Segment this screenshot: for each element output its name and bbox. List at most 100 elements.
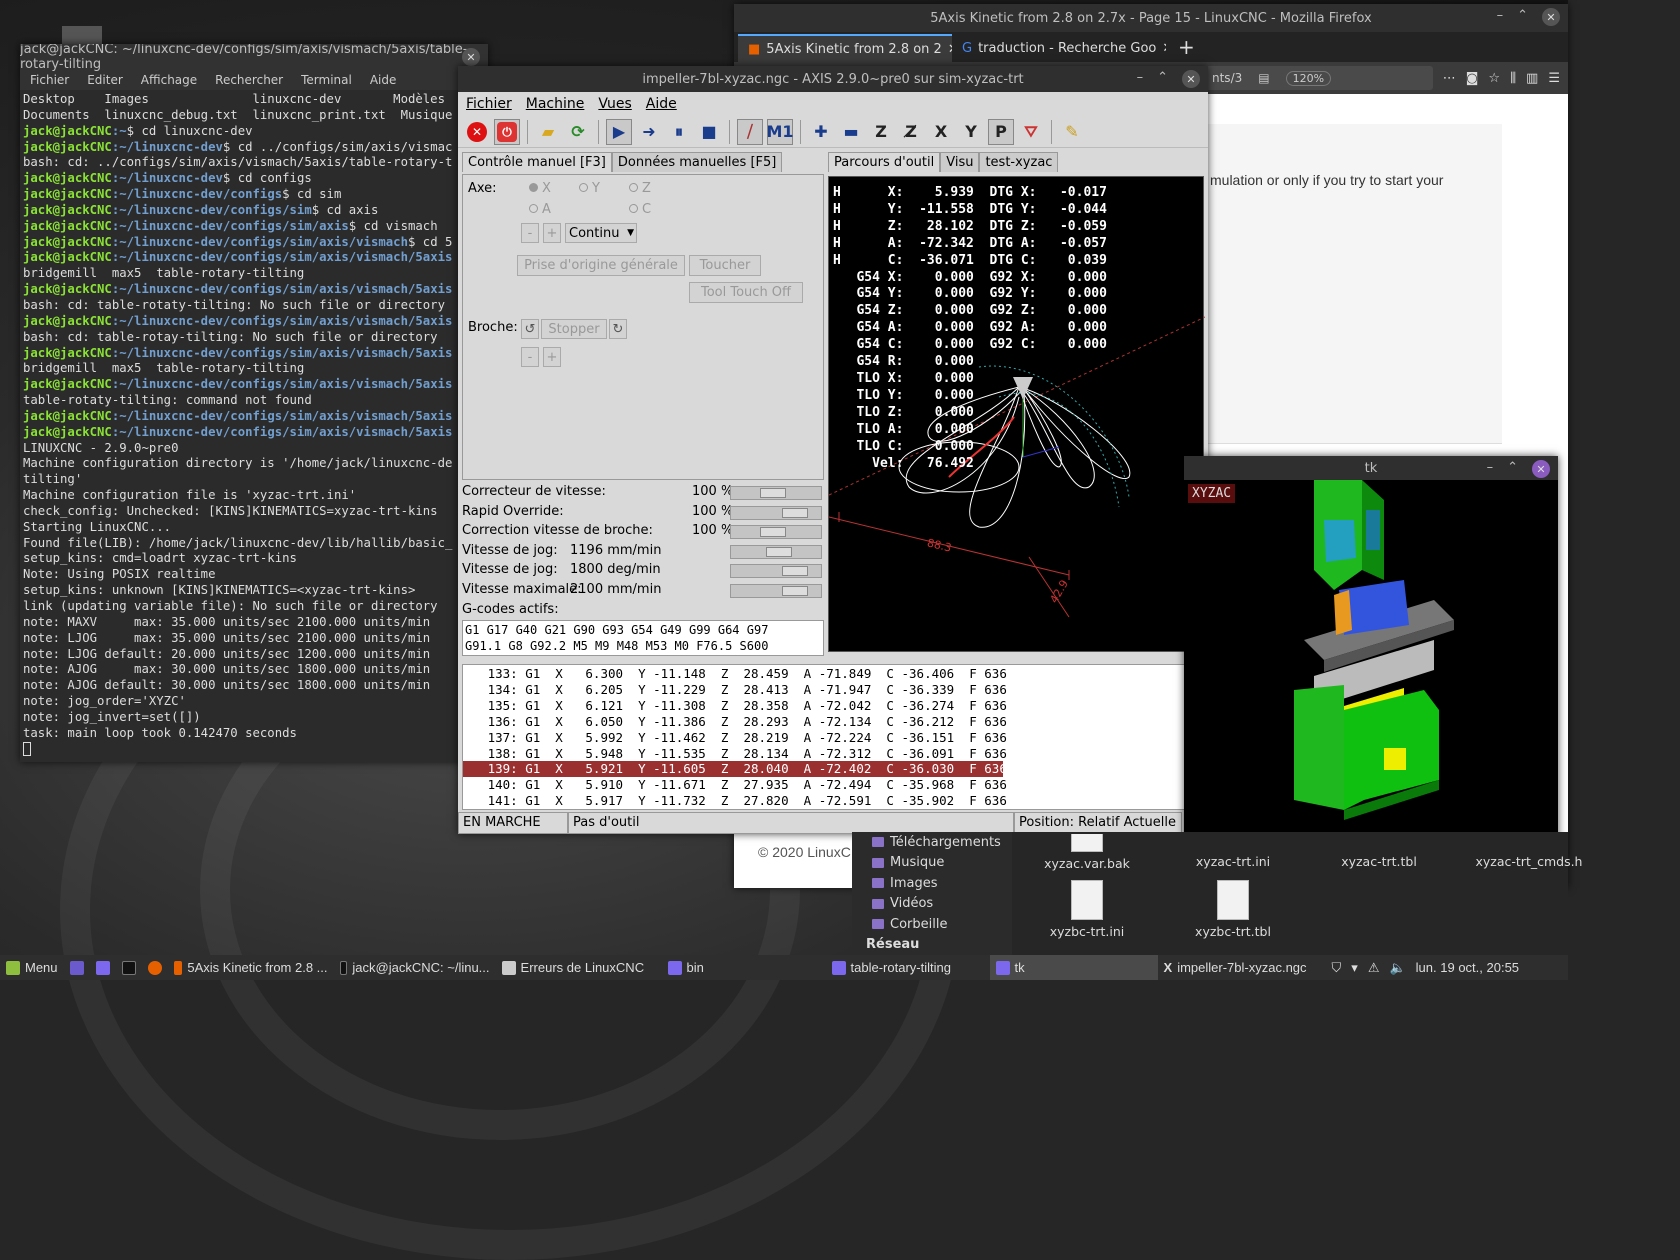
file-item[interactable]: xyzac-trt_cmds.h bbox=[1464, 854, 1594, 869]
axis-titlebar[interactable]: impeller-7bl-xyzac.ngc - AXIS 2.9.0~pre0… bbox=[458, 66, 1208, 92]
menu-fichier[interactable]: Fichier bbox=[466, 96, 512, 112]
sidebar-icon[interactable]: ▥ bbox=[1526, 71, 1538, 86]
shield-icon[interactable]: ⛉ bbox=[1332, 960, 1342, 976]
minimize-icon[interactable]: – bbox=[1137, 70, 1144, 88]
show-desktop-icon[interactable] bbox=[64, 955, 90, 980]
spindle-plus-button[interactable]: + bbox=[543, 347, 561, 367]
volume-icon[interactable]: 🔈 bbox=[1389, 960, 1405, 976]
axis-radio-y[interactable]: Y bbox=[579, 181, 600, 196]
override-slider[interactable] bbox=[730, 505, 822, 520]
maximize-icon[interactable]: ⌃ bbox=[1517, 8, 1528, 26]
hamburger-menu-icon[interactable]: ☰ bbox=[1548, 71, 1560, 86]
pocket-icon[interactable]: ◙ bbox=[1466, 71, 1479, 86]
open-file-icon[interactable]: ▰ bbox=[535, 119, 561, 145]
spindle-cw-icon[interactable]: ↻ bbox=[609, 319, 627, 339]
slider-thumb[interactable] bbox=[766, 546, 793, 557]
gcode-line[interactable]: 134: G1 X 6.205 Y -11.229 Z 28.413 A -71… bbox=[463, 682, 1007, 698]
file-item[interactable]: xyzac-trt.ini bbox=[1168, 854, 1298, 869]
jog-plus-button[interactable]: + bbox=[543, 223, 561, 243]
place-item[interactable]: Réseau bbox=[852, 935, 1012, 956]
maximize-icon[interactable]: ⌃ bbox=[1157, 70, 1168, 88]
reload-icon[interactable]: ⟳ bbox=[565, 119, 591, 145]
place-item[interactable]: Vidéos bbox=[852, 894, 1012, 915]
bookmark-star-icon[interactable]: ☆ bbox=[1488, 71, 1500, 86]
firefox-launcher-icon[interactable] bbox=[142, 955, 168, 980]
taskbar-item-axis[interactable]: Ximpeller-7bl-xyzac.ngc bbox=[1158, 955, 1326, 980]
slider-thumb[interactable] bbox=[759, 527, 786, 538]
axis-radio-a[interactable]: A bbox=[529, 202, 551, 217]
warning-icon[interactable]: ⚠ bbox=[1368, 960, 1380, 976]
taskbar-item-errors[interactable]: Erreurs de LinuxCNC bbox=[496, 955, 662, 980]
taskbar-item-terminal[interactable]: jack@jackCNC: ~/linu... bbox=[334, 955, 496, 980]
gcode-listing[interactable]: 133: G1 X 6.300 Y -11.148 Z 28.459 A -71… bbox=[462, 664, 1204, 810]
file-item[interactable]: xyzac.var.bak bbox=[1022, 834, 1152, 871]
file-item[interactable]: xyzbc-trt.tbl bbox=[1168, 880, 1298, 939]
axis-radio-x[interactable]: X bbox=[529, 181, 551, 196]
more-icon[interactable]: ⋯ bbox=[1443, 71, 1456, 86]
rotate-view-icon[interactable]: ⛛ bbox=[1018, 119, 1044, 145]
place-item[interactable]: Musique bbox=[852, 853, 1012, 874]
close-icon[interactable]: ✕ bbox=[462, 48, 480, 66]
zoom-out-icon[interactable]: ▬ bbox=[838, 119, 864, 145]
place-item[interactable]: Corbeille bbox=[852, 914, 1012, 935]
terminal-menu-item[interactable]: Terminal bbox=[301, 73, 352, 87]
override-slider[interactable] bbox=[730, 564, 822, 579]
step-icon[interactable]: ➜ bbox=[636, 119, 662, 145]
place-item[interactable]: Téléchargements bbox=[852, 832, 1012, 853]
minimize-icon[interactable]: – bbox=[1487, 460, 1494, 478]
tab-visu[interactable]: Visu bbox=[940, 152, 980, 172]
zoom-in-icon[interactable]: ✚ bbox=[808, 119, 834, 145]
run-icon[interactable]: ▶ bbox=[606, 118, 632, 145]
files-launcher-icon[interactable] bbox=[90, 955, 116, 980]
view-x-icon[interactable]: X bbox=[928, 119, 954, 145]
view-y-icon[interactable]: Y bbox=[958, 119, 984, 145]
pause-icon[interactable]: ⏸ bbox=[666, 119, 692, 145]
jog-mode-select[interactable]: Continu ▼ bbox=[565, 223, 637, 243]
override-slider[interactable] bbox=[730, 544, 822, 559]
gcode-line[interactable]: 136: G1 X 6.050 Y -11.386 Z 28.293 A -72… bbox=[463, 714, 1007, 730]
gcode-line[interactable]: 140: G1 X 5.910 Y -11.671 Z 27.935 A -72… bbox=[463, 777, 1007, 793]
jog-minus-button[interactable]: - bbox=[521, 223, 539, 243]
slider-thumb[interactable] bbox=[782, 566, 809, 577]
gcode-line[interactable]: 137: G1 X 5.992 Y -11.462 Z 28.219 A -72… bbox=[463, 730, 1007, 746]
terminal-menu-item[interactable]: Aide bbox=[370, 73, 397, 87]
gcode-line[interactable]: 138: G1 X 5.948 Y -11.535 Z 28.134 A -72… bbox=[463, 746, 1007, 762]
tab-toolpath[interactable]: Parcours d'outil bbox=[828, 152, 941, 172]
override-slider[interactable] bbox=[730, 525, 822, 540]
current-gcode-line[interactable]: 139: G1 X 5.921 Y -11.605 Z 28.040 A -72… bbox=[463, 761, 1007, 778]
menu-aide[interactable]: Aide bbox=[646, 96, 677, 112]
close-icon[interactable]: ✕ bbox=[1532, 460, 1550, 478]
maximize-icon[interactable]: ⌃ bbox=[1507, 460, 1518, 478]
optional-stop-icon[interactable]: M1 bbox=[766, 118, 794, 145]
spindle-ccw-icon[interactable]: ↺ bbox=[521, 319, 539, 339]
place-item[interactable]: Images bbox=[852, 873, 1012, 894]
tool-touch-off-button[interactable]: Tool Touch Off bbox=[689, 282, 803, 303]
terminal-output[interactable]: Desktop Images linuxcnc-dev Modèles Docum… bbox=[20, 90, 488, 757]
firefox-titlebar[interactable]: 5Axis Kinetic from 2.8 on 2.7x - Page 15… bbox=[734, 4, 1568, 32]
terminal-menu-item[interactable]: Fichier bbox=[30, 73, 69, 87]
network-icon[interactable]: ▾ bbox=[1351, 960, 1358, 976]
terminal-launcher-icon[interactable] bbox=[116, 955, 142, 980]
axis-radio-c[interactable]: C bbox=[629, 202, 651, 217]
gcode-line[interactable]: 133: G1 X 6.300 Y -11.148 Z 28.459 A -71… bbox=[463, 666, 1007, 682]
browser-tab[interactable]: Gtraduction - Recherche Goo✕ bbox=[952, 34, 1166, 62]
machine-power-button[interactable]: ⏻ bbox=[494, 118, 520, 145]
tab-manual-control[interactable]: Contrôle manuel [F3] bbox=[462, 152, 612, 172]
terminal-menu-item[interactable]: Affichage bbox=[141, 73, 197, 87]
menu-machine[interactable]: Machine bbox=[526, 96, 585, 112]
terminal-menu-item[interactable]: Editer bbox=[87, 73, 123, 87]
axis-radio-z[interactable]: Z bbox=[629, 181, 651, 196]
stop-icon[interactable]: ■ bbox=[696, 119, 722, 145]
terminal-titlebar[interactable]: jack@jackCNC: ~/linuxcnc-dev/configs/sim… bbox=[20, 44, 488, 72]
gcode-line[interactable]: 135: G1 X 6.121 Y -11.308 Z 28.358 A -72… bbox=[463, 698, 1007, 714]
menu-vues[interactable]: Vues bbox=[598, 96, 631, 112]
view-z-icon[interactable]: Z bbox=[868, 119, 894, 145]
clock[interactable]: lun. 19 oct., 20:55 bbox=[1416, 960, 1519, 975]
slider-thumb[interactable] bbox=[782, 586, 809, 596]
browser-tab[interactable]: ■5Axis Kinetic from 2.8 on 2✕ bbox=[738, 34, 952, 62]
tab-mdi[interactable]: Données manuelles [F5] bbox=[611, 152, 783, 172]
gcode-line[interactable]: 141: G1 X 5.917 Y -11.732 Z 27.820 A -72… bbox=[463, 793, 1007, 809]
home-all-button[interactable]: Prise d'origine générale bbox=[517, 255, 685, 276]
slider-thumb[interactable] bbox=[782, 507, 809, 518]
taskbar-item-tk[interactable]: tk bbox=[989, 955, 1158, 980]
